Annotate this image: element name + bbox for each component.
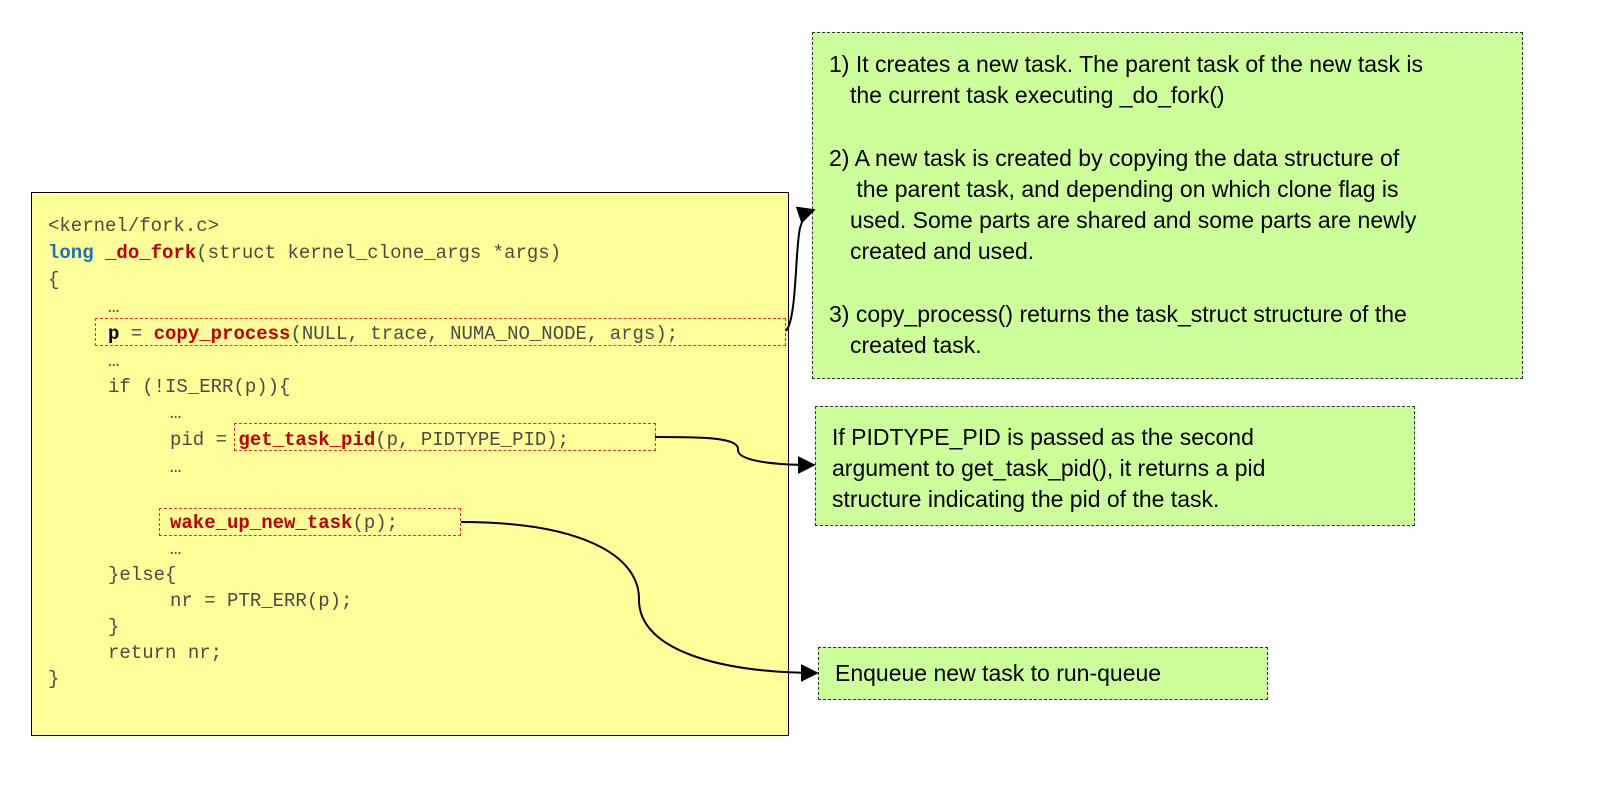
arrow-copy-process [785, 206, 816, 332]
connector-arrows [460, 206, 819, 682]
arrow-wake-up [460, 521, 819, 682]
diagram-canvas: <kernel/fork.c> long _do_fork(struct ker… [0, 0, 1601, 790]
arrow-get-task-pid [654, 436, 816, 474]
